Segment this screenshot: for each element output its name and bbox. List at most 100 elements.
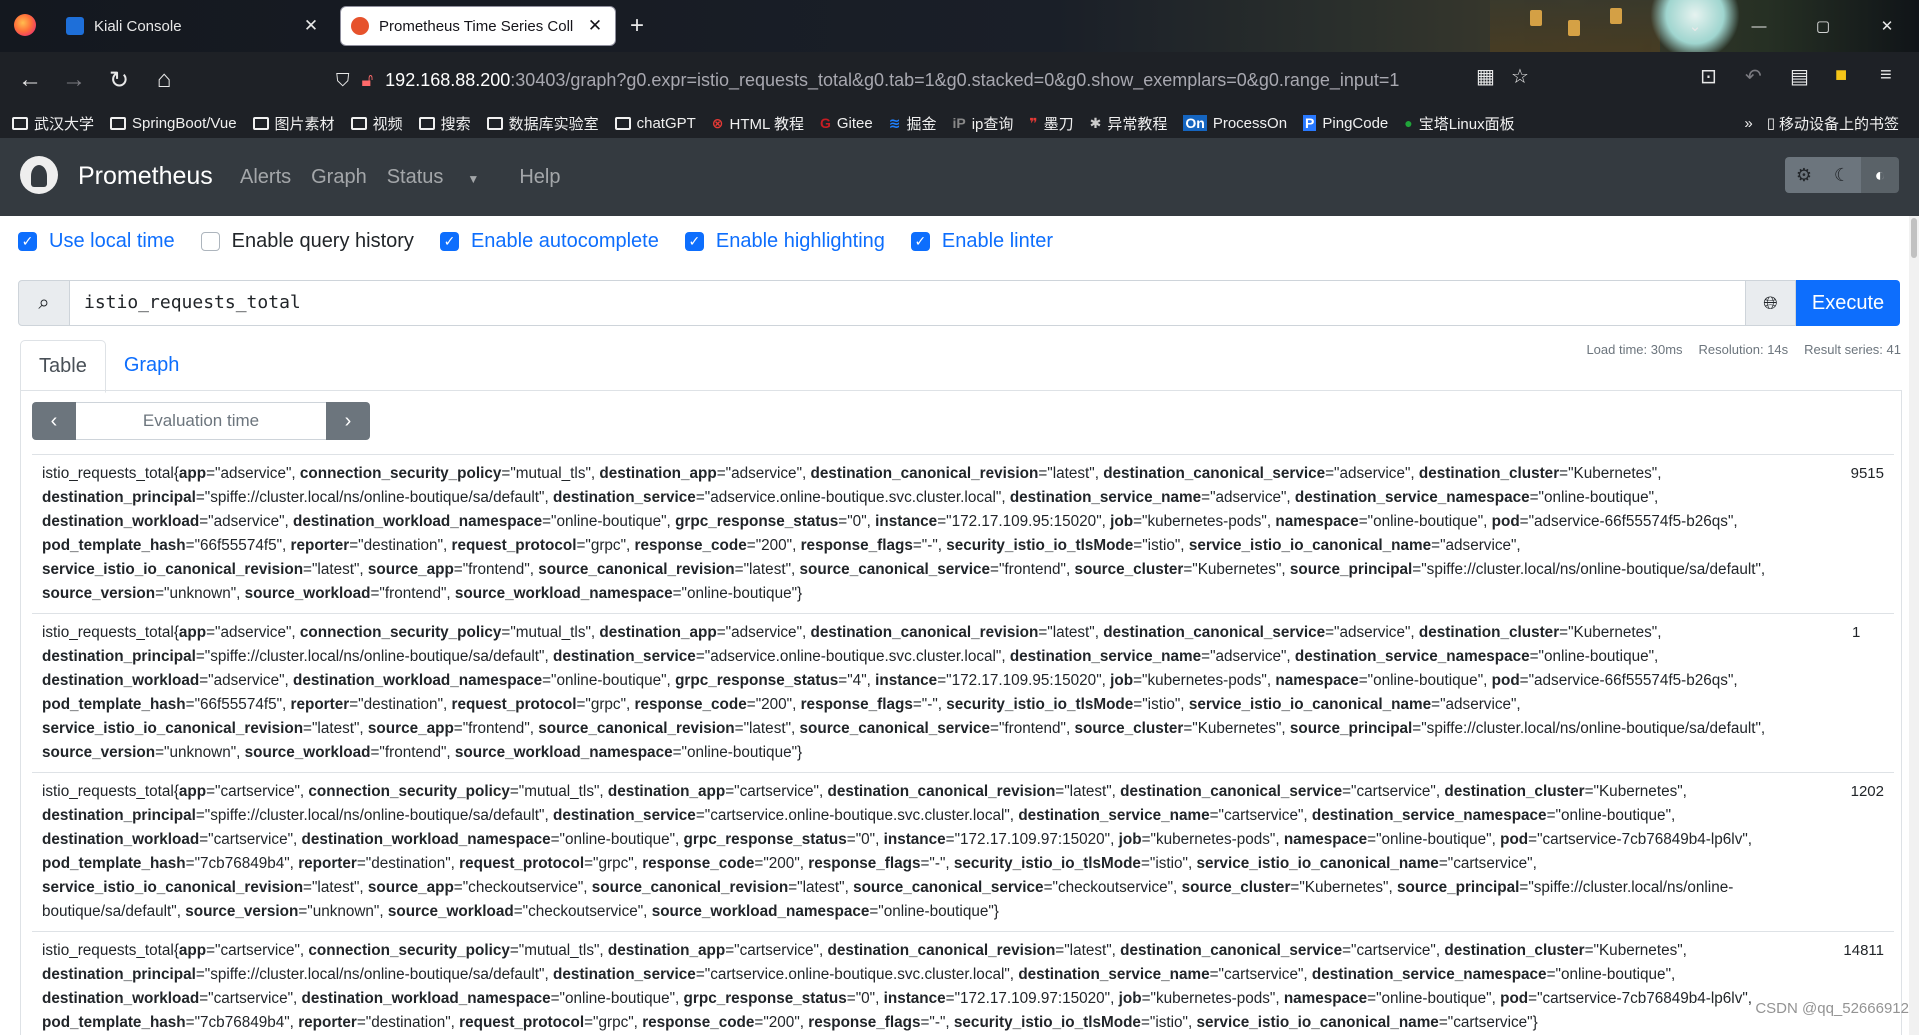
browser-tab-kiali[interactable]: Kiali Console ✕: [56, 6, 331, 46]
bookmark-item[interactable]: iP ip查询: [952, 113, 1013, 134]
close-window-icon[interactable]: ✕: [1855, 0, 1919, 52]
extension-icon[interactable]: ■: [1835, 64, 1847, 87]
checkbox-unchecked-icon[interactable]: [200, 232, 220, 251]
option-enable-highlighting[interactable]: ✓ Enable highlighting: [684, 230, 885, 253]
label-name: instance: [875, 513, 938, 530]
bookmark-item[interactable]: 武汉大学: [12, 113, 94, 134]
auto-theme-icon[interactable]: ◐: [1861, 157, 1899, 193]
checkbox-checked-icon[interactable]: ✓: [684, 232, 704, 251]
maximize-icon[interactable]: ▢: [1791, 0, 1855, 52]
label-value: adservice: [731, 624, 797, 641]
firefox-icon[interactable]: [14, 14, 36, 36]
sidebar-icon[interactable]: ▤: [1790, 64, 1809, 89]
prometheus-logo-icon[interactable]: [20, 156, 58, 194]
shield-icon[interactable]: ⛉: [336, 70, 350, 91]
label-name: destination_service_namespace: [1311, 807, 1547, 824]
bookmark-item[interactable]: ● 宝塔Linux面板: [1404, 113, 1514, 134]
option-use-local-time[interactable]: ✓ Use local time: [18, 230, 175, 253]
label-name: source_canonical_service: [799, 561, 991, 578]
tab-table[interactable]: Table: [20, 340, 106, 393]
nav-alerts[interactable]: Alerts: [240, 166, 291, 189]
close-tab-icon[interactable]: ✕: [301, 16, 321, 36]
dark-theme-moon-icon[interactable]: ☾: [1823, 157, 1861, 193]
reload-icon[interactable]: ↻: [103, 64, 135, 96]
bookmark-item[interactable]: On ProcessOn: [1183, 115, 1287, 132]
forward-icon[interactable]: →: [58, 64, 90, 96]
bookmark-item[interactable]: 视频: [350, 113, 403, 134]
label-value: Kubernetes: [1197, 720, 1276, 737]
expression-input[interactable]: istio_requests_total: [70, 280, 1746, 326]
label-name: destination_service_namespace: [1294, 648, 1530, 665]
bookmark-item[interactable]: G Gitee: [820, 115, 873, 132]
checkbox-checked-icon[interactable]: ✓: [910, 232, 930, 251]
bookmark-star-icon[interactable]: ☆: [1511, 64, 1529, 89]
label-value: 172.17.109.95:15020: [951, 513, 1097, 530]
next-time-chevron-right-icon[interactable]: ›: [326, 402, 370, 440]
new-tab-icon[interactable]: +: [630, 12, 644, 40]
brand-link[interactable]: Prometheus: [78, 162, 213, 191]
tab-graph[interactable]: Graph: [106, 340, 198, 393]
nav-status[interactable]: Status ▼: [387, 166, 500, 189]
url-bar[interactable]: ⛉ 🔓︎ 192.168.88.200 :30403/graph?g0.expr…: [336, 60, 1536, 100]
option-enable-autocomplete[interactable]: ✓ Enable autocomplete: [439, 230, 659, 253]
bookmark-item[interactable]: 数据库实验室: [486, 113, 599, 134]
bookmark-item[interactable]: ≋ 掘金: [889, 113, 937, 134]
label-value: adservice: [1339, 624, 1405, 641]
bookmark-item[interactable]: SpringBoot/Vue: [110, 115, 237, 132]
bookmark-item[interactable]: 图片素材: [252, 113, 335, 134]
scrollbar-thumb[interactable]: [1911, 218, 1917, 258]
label-name: app: [178, 465, 207, 482]
label-name: source_canonical_revision: [538, 720, 735, 737]
option-enable-query-history[interactable]: Enable query history: [200, 230, 414, 253]
bookmark-item[interactable]: ❞ 墨刀: [1029, 113, 1073, 134]
execute-button[interactable]: Execute: [1796, 280, 1900, 326]
option-enable-linter[interactable]: ✓ Enable linter: [910, 230, 1053, 253]
label-value: latest: [749, 720, 786, 737]
chevron-right-double-icon[interactable]: »: [1744, 115, 1752, 132]
metrics-explorer-globe-icon[interactable]: 🌐︎: [1746, 280, 1796, 326]
bookmark-item[interactable]: ⊗ HTML 教程: [712, 113, 804, 134]
insecure-lock-icon[interactable]: 🔓︎: [362, 70, 374, 91]
label-name: service_istio_io_canonical_name: [1188, 537, 1432, 554]
close-tab-icon[interactable]: ✕: [585, 16, 605, 36]
nav-graph[interactable]: Graph: [311, 166, 367, 189]
label-name: job: [1110, 513, 1134, 530]
label-value: latest: [317, 720, 354, 737]
label-value: 200: [768, 855, 795, 872]
metric-name: istio_requests_total: [42, 942, 174, 959]
bookmark-item[interactable]: ✱ 异常教程: [1090, 113, 1168, 134]
previous-time-chevron-left-icon[interactable]: ‹: [32, 402, 76, 440]
label-value: 200: [761, 696, 787, 713]
evaluation-time-input[interactable]: Evaluation time: [76, 402, 326, 440]
home-icon[interactable]: ⌂: [148, 64, 180, 96]
label-value: 172.17.109.97:15020: [960, 990, 1105, 1007]
undo-icon[interactable]: ↶: [1745, 64, 1762, 89]
label-value: 0: [852, 513, 862, 530]
label-value: adservice.online-boutique.svc.cluster.lo…: [710, 489, 996, 506]
qr-code-icon[interactable]: ▦: [1476, 64, 1495, 89]
label-value: cartservice: [1453, 855, 1528, 872]
label-name: destination_workload: [42, 513, 200, 530]
screenshot-icon[interactable]: ⊡: [1700, 64, 1717, 89]
nav-help[interactable]: Help: [519, 166, 560, 189]
label-name: source_canonical_revision: [591, 879, 789, 896]
label-value: 66f55574f5: [200, 537, 277, 554]
light-theme-gear-icon[interactable]: ⚙: [1785, 157, 1823, 193]
bookmark-item[interactable]: P PingCode: [1303, 115, 1388, 132]
minimize-icon[interactable]: —: [1727, 0, 1791, 52]
caret-down-icon: ▼: [467, 172, 480, 186]
checkbox-checked-icon[interactable]: ✓: [439, 232, 459, 251]
menu-icon[interactable]: ≡: [1880, 64, 1892, 87]
bookmark-item[interactable]: chatGPT: [614, 115, 696, 132]
page-scrollbar[interactable]: [1909, 216, 1919, 1035]
bookmark-item[interactable]: 搜索: [418, 113, 471, 134]
checkbox-checked-icon[interactable]: ✓: [18, 232, 37, 251]
back-icon[interactable]: ←: [14, 64, 46, 96]
label-name: grpc_response_status: [675, 513, 839, 530]
evaluation-time-picker: ‹ Evaluation time ›: [32, 402, 370, 440]
label-value: online-boutique: [1560, 966, 1666, 983]
mobile-bookmarks-link[interactable]: 移动设备上的书签: [1779, 113, 1899, 134]
label-name: destination_workload_namespace: [293, 672, 543, 689]
tab-list-icon[interactable]: ⌄: [1663, 0, 1727, 52]
browser-tab-prometheus[interactable]: Prometheus Time Series Coll ✕: [340, 6, 616, 46]
